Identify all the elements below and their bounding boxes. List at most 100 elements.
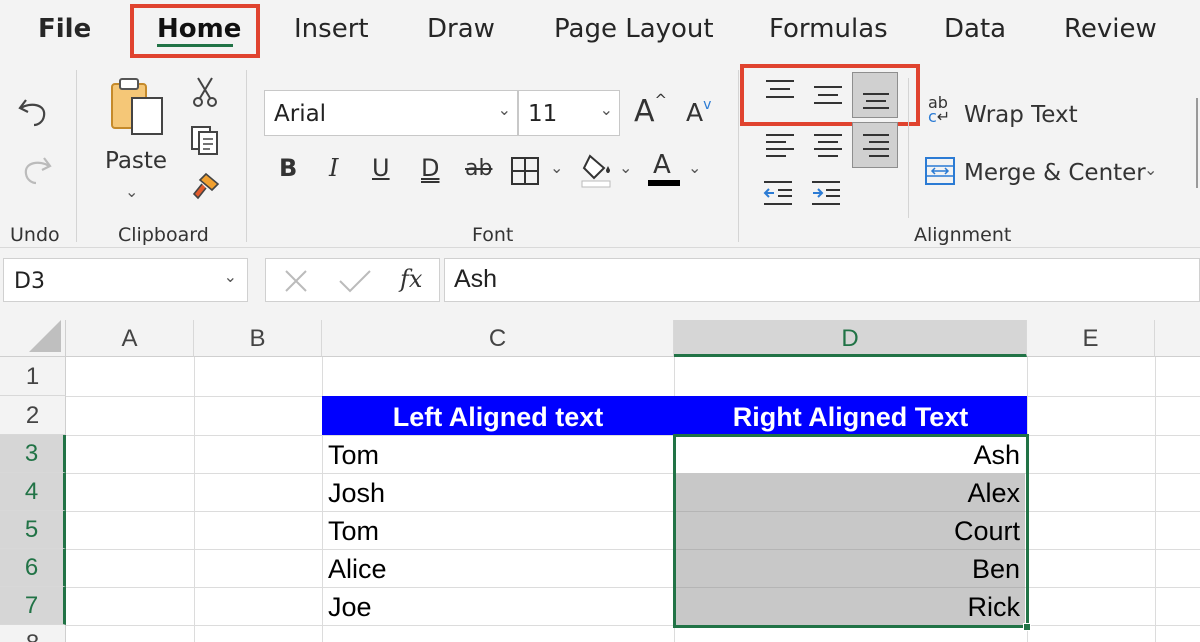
selection-border [673, 434, 1029, 628]
cell-d2[interactable]: Right Aligned Text [674, 396, 1027, 435]
column-header-d[interactable]: D [674, 320, 1027, 357]
insert-function-icon[interactable]: fx [400, 265, 422, 293]
cell-c6[interactable]: Alice [328, 554, 387, 585]
tab-insert[interactable]: Insert [294, 0, 369, 58]
column-header-f[interactable] [1155, 320, 1200, 357]
fill-color-chevron-down-icon[interactable]: ⌄ [619, 158, 632, 178]
align-right-button[interactable] [852, 122, 898, 168]
row-header-5[interactable]: 5 [0, 511, 66, 549]
borders-icon[interactable] [510, 156, 540, 186]
italic-button[interactable]: I [329, 154, 338, 182]
font-color-letter: A [653, 150, 671, 180]
group-label-alignment: Alignment [914, 224, 1012, 246]
align-left-button[interactable] [758, 124, 800, 166]
row-header-4[interactable]: 4 [0, 473, 66, 511]
font-color-swatch [648, 180, 680, 186]
font-color-chevron-down-icon[interactable]: ⌄ [688, 158, 701, 178]
wrap-text-button[interactable]: Wrap Text [964, 102, 1078, 128]
gridline [66, 435, 1200, 436]
caret-up-icon: ^ [654, 91, 668, 109]
column-header-a[interactable]: A [66, 320, 194, 357]
double-underline-button[interactable]: D [421, 154, 439, 182]
align-line [814, 148, 842, 150]
caret-down-icon: v [703, 97, 712, 113]
row-header-7[interactable]: 7 [0, 587, 66, 625]
decrease-font-size-button[interactable]: Av [686, 97, 712, 127]
group-divider [1196, 98, 1198, 188]
select-all-button[interactable] [0, 320, 66, 357]
tab-file[interactable]: File [38, 0, 91, 58]
cell-c7[interactable]: Joe [328, 592, 372, 623]
group-divider [246, 70, 247, 242]
redo-icon[interactable] [18, 152, 54, 188]
font-name-value: Arial [274, 101, 327, 127]
merge-center-chevron-down-icon[interactable]: ⌄ [1144, 160, 1157, 180]
decrease-indent-icon[interactable] [762, 178, 796, 208]
cut-icon[interactable] [190, 76, 220, 108]
group-label-font: Font [472, 224, 514, 246]
bold-button[interactable]: B [279, 154, 297, 182]
group-divider [908, 78, 909, 218]
cell-c5[interactable]: Tom [328, 516, 379, 547]
tab-review[interactable]: Review [1064, 0, 1157, 58]
row-header-1[interactable]: 1 [0, 357, 66, 396]
tab-page-layout[interactable]: Page Layout [554, 0, 714, 58]
borders-chevron-down-icon[interactable]: ⌄ [550, 158, 563, 178]
chevron-down-icon: ⌄ [223, 269, 237, 286]
tab-data[interactable]: Data [944, 0, 1006, 58]
formula-bar: D3 ⌄ fx Ash [0, 248, 1200, 320]
column-header-c[interactable]: C [322, 320, 674, 357]
underline-button[interactable]: U [372, 154, 390, 182]
gridline [66, 511, 1200, 512]
format-painter-icon[interactable] [188, 170, 222, 204]
formula-input[interactable]: Ash [444, 258, 1200, 302]
align-line [814, 134, 842, 136]
merge-center-button[interactable]: Merge & Center [964, 160, 1146, 186]
increase-font-size-button[interactable]: A^ [634, 91, 668, 129]
increase-indent-icon[interactable] [810, 178, 844, 208]
ribbon: Undo Paste ⌄ Clipboard Arial ⌄ 11 ⌄ A^ A… [0, 58, 1200, 248]
home-tab-highlight [130, 4, 260, 58]
copy-icon[interactable] [189, 124, 221, 156]
row-header-2[interactable]: 2 [0, 396, 66, 435]
cell-c4[interactable]: Josh [328, 478, 385, 509]
paste-dropdown-chevron-icon[interactable]: ⌄ [125, 182, 138, 202]
group-divider [76, 70, 77, 242]
gridline [66, 587, 1200, 588]
cell-c2[interactable]: Left Aligned text [322, 396, 674, 435]
fill-handle[interactable] [1023, 623, 1031, 631]
column-header-e[interactable]: E [1027, 320, 1155, 357]
select-all-triangle-icon [29, 320, 61, 352]
shrink-font-label: A [686, 98, 704, 127]
row-header-6[interactable]: 6 [0, 549, 66, 587]
column-header-b[interactable]: B [194, 320, 322, 357]
chevron-down-icon: ⌄ [497, 100, 511, 119]
tab-draw[interactable]: Draw [427, 0, 495, 58]
gridline [194, 357, 195, 642]
paste-label[interactable]: Paste [105, 148, 167, 174]
row-header-8[interactable]: 8 [0, 625, 66, 642]
gridline [66, 549, 1200, 550]
font-size-dropdown[interactable]: 11 ⌄ [518, 90, 620, 136]
fill-color-icon[interactable] [580, 152, 614, 188]
ribbon-tab-bar: File Home Insert Draw Page Layout Formul… [0, 0, 1200, 58]
formula-value: Ash [454, 265, 498, 293]
align-line [863, 148, 889, 150]
align-line [869, 141, 889, 143]
gridline [66, 473, 1200, 474]
font-name-dropdown[interactable]: Arial ⌄ [264, 90, 518, 136]
undo-icon[interactable] [16, 94, 52, 130]
enter-check-icon[interactable] [338, 269, 372, 293]
tab-formulas[interactable]: Formulas [769, 0, 888, 58]
cancel-icon[interactable] [284, 269, 308, 293]
paste-icon[interactable] [106, 74, 166, 138]
cell-c3[interactable]: Tom [328, 440, 379, 471]
align-line [766, 134, 794, 136]
grow-font-label: A [634, 94, 655, 129]
merge-center-icon[interactable] [924, 156, 956, 186]
row-header-3[interactable]: 3 [0, 435, 66, 473]
align-center-button[interactable] [806, 124, 848, 166]
strikethrough-button[interactable]: ab [465, 156, 492, 181]
font-color-button[interactable]: A [648, 150, 680, 188]
name-box[interactable]: D3 ⌄ [3, 258, 248, 302]
